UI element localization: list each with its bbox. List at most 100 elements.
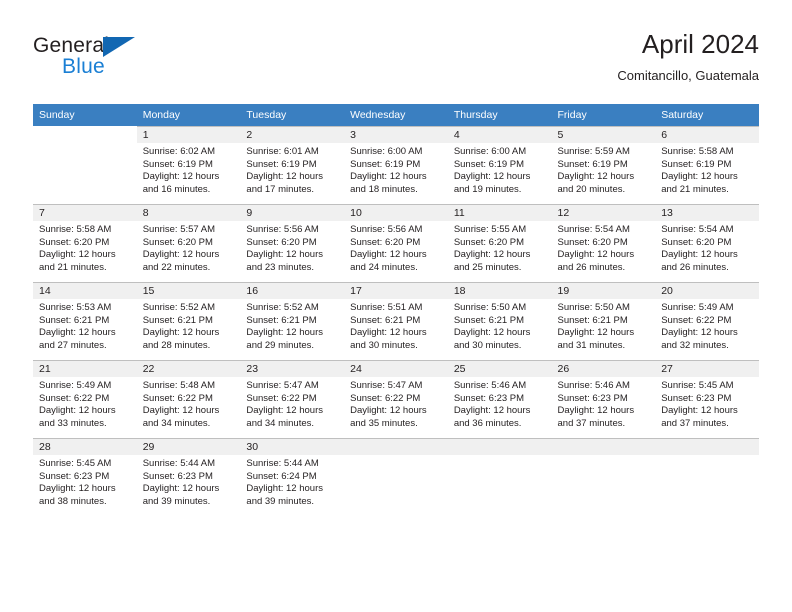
day-details: Sunrise: 5:59 AM Sunset: 6:19 PM Daylight:… (552, 143, 656, 196)
sunrise-text: Sunrise: 5:51 AM (350, 302, 423, 313)
sunrise-text: Sunrise: 5:44 AM (246, 458, 319, 469)
calendar-day-cell[interactable]: 16 Sunrise: 5:52 AM Sunset: 6:21 PM Dayligh… (240, 282, 345, 360)
sunset-text: Sunset: 6:19 PM (453, 158, 525, 170)
sunrise-text: Sunrise: 5:50 AM (557, 302, 630, 313)
calendar-cell-empty (447, 438, 552, 516)
cell-inner: 24 Sunrise: 5:47 AM Sunset: 6:22 PM Dayligh… (344, 360, 448, 438)
day-details: Sunrise: 5:54 AM Sunset: 6:20 PM Daylight:… (655, 221, 759, 274)
calendar-day-cell[interactable]: 30 Sunrise: 5:44 AM Sunset: 6:24 PM Dayligh… (240, 438, 345, 516)
calendar-day-cell[interactable]: 9 Sunrise: 5:56 AM Sunset: 6:20 PM Daylight… (240, 204, 345, 282)
calendar-day-cell[interactable]: 23 Sunrise: 5:47 AM Sunset: 6:22 PM Dayligh… (240, 360, 345, 438)
calendar-week-row: 1 Sunrise: 6:02 AM Sunset: 6:19 PM Daylight… (33, 126, 759, 204)
sunset-text: Sunset: 6:19 PM (661, 158, 732, 170)
day-number: 18 (447, 282, 552, 299)
day-number: 7 (33, 204, 137, 221)
general-blue-logo[interactable]: General Blue (33, 34, 213, 92)
daylight-text: Daylight: 12 hours and 37 minutes. (557, 405, 635, 429)
cell-inner: 27 Sunrise: 5:45 AM Sunset: 6:23 PM Dayligh… (655, 360, 759, 438)
calendar-cell-empty (344, 438, 448, 516)
day-details: Sunrise: 5:47 AM Sunset: 6:22 PM Daylight:… (344, 377, 448, 430)
day-number (447, 438, 552, 455)
day-number: 22 (136, 360, 241, 377)
cell-inner: 21 Sunrise: 5:49 AM Sunset: 6:22 PM Dayligh… (33, 360, 137, 438)
calendar-day-cell[interactable]: 13 Sunrise: 5:54 AM Sunset: 6:20 PM Dayligh… (655, 204, 759, 282)
sunset-text: Sunset: 6:20 PM (246, 236, 317, 248)
sunset-text: Sunset: 6:24 PM (246, 470, 317, 482)
sunrise-text: Sunrise: 5:53 AM (39, 302, 112, 313)
daylight-text: Daylight: 12 hours and 37 minutes. (661, 405, 738, 429)
day-number: 10 (344, 204, 448, 221)
calendar-day-cell[interactable]: 7 Sunrise: 5:58 AM Sunset: 6:20 PM Daylight… (33, 204, 137, 282)
daylight-text: Daylight: 12 hours and 17 minutes. (246, 171, 323, 195)
calendar-day-cell[interactable]: 6 Sunrise: 5:58 AM Sunset: 6:19 PM Daylight… (655, 126, 759, 204)
cell-inner: 30 Sunrise: 5:44 AM Sunset: 6:24 PM Dayligh… (240, 438, 345, 516)
sunrise-text: Sunrise: 5:59 AM (557, 146, 630, 157)
daylight-text: Daylight: 12 hours and 33 minutes. (39, 405, 116, 429)
day-details: Sunrise: 5:49 AM Sunset: 6:22 PM Daylight:… (655, 299, 759, 352)
calendar-day-cell[interactable]: 24 Sunrise: 5:47 AM Sunset: 6:22 PM Dayligh… (344, 360, 448, 438)
day-number: 17 (344, 282, 448, 299)
day-details: Sunrise: 5:44 AM Sunset: 6:24 PM Daylight:… (240, 455, 344, 508)
cell-inner (551, 438, 656, 516)
calendar-day-cell[interactable]: 14 Sunrise: 5:53 AM Sunset: 6:21 PM Dayligh… (33, 282, 137, 360)
calendar-day-cell[interactable]: 20 Sunrise: 5:49 AM Sunset: 6:22 PM Dayligh… (655, 282, 759, 360)
calendar-day-cell[interactable]: 10 Sunrise: 5:56 AM Sunset: 6:20 PM Dayligh… (344, 204, 448, 282)
cell-inner: 10 Sunrise: 5:56 AM Sunset: 6:20 PM Dayligh… (344, 204, 448, 282)
cell-inner (344, 438, 448, 516)
sunset-text: Sunset: 6:22 PM (661, 314, 732, 326)
calendar-day-cell[interactable]: 1 Sunrise: 6:02 AM Sunset: 6:19 PM Daylight… (136, 126, 241, 204)
calendar-day-cell[interactable]: 12 Sunrise: 5:54 AM Sunset: 6:20 PM Dayligh… (551, 204, 656, 282)
calendar-day-cell[interactable]: 26 Sunrise: 5:46 AM Sunset: 6:23 PM Dayligh… (551, 360, 656, 438)
sunrise-text: Sunrise: 5:58 AM (661, 146, 734, 157)
cell-inner: 19 Sunrise: 5:50 AM Sunset: 6:21 PM Dayligh… (551, 282, 656, 360)
calendar-day-cell[interactable]: 5 Sunrise: 5:59 AM Sunset: 6:19 PM Daylight… (551, 126, 656, 204)
day-number: 3 (344, 126, 448, 143)
calendar-day-cell[interactable]: 29 Sunrise: 5:44 AM Sunset: 6:23 PM Dayligh… (136, 438, 241, 516)
sunset-text: Sunset: 6:20 PM (142, 236, 213, 248)
day-details: Sunrise: 6:00 AM Sunset: 6:19 PM Daylight:… (448, 143, 552, 196)
cell-inner: 25 Sunrise: 5:46 AM Sunset: 6:23 PM Dayligh… (447, 360, 552, 438)
daylight-text: Daylight: 12 hours and 34 minutes. (142, 405, 220, 429)
sunrise-text: Sunrise: 5:47 AM (350, 380, 423, 391)
daylight-text: Daylight: 12 hours and 25 minutes. (453, 249, 531, 273)
sunrise-text: Sunrise: 6:00 AM (453, 146, 527, 157)
day-details: Sunrise: 5:58 AM Sunset: 6:19 PM Daylight:… (655, 143, 759, 196)
calendar-day-cell[interactable]: 21 Sunrise: 5:49 AM Sunset: 6:22 PM Dayligh… (33, 360, 137, 438)
sunrise-text: Sunrise: 6:02 AM (142, 146, 216, 157)
calendar-day-cell[interactable]: 11 Sunrise: 5:55 AM Sunset: 6:20 PM Dayligh… (447, 204, 552, 282)
daylight-text: Daylight: 12 hours and 39 minutes. (246, 483, 323, 507)
daylight-text: Daylight: 12 hours and 18 minutes. (350, 171, 427, 195)
sunset-text: Sunset: 6:23 PM (453, 392, 525, 404)
day-number: 15 (136, 282, 241, 299)
calendar-day-cell[interactable]: 17 Sunrise: 5:51 AM Sunset: 6:21 PM Dayligh… (344, 282, 448, 360)
sunrise-text: Sunrise: 5:44 AM (142, 458, 216, 469)
sunset-text: Sunset: 6:21 PM (557, 314, 628, 326)
calendar-day-cell[interactable]: 3 Sunrise: 6:00 AM Sunset: 6:19 PM Daylight… (344, 126, 448, 204)
cell-inner: 6 Sunrise: 5:58 AM Sunset: 6:19 PM Daylight… (655, 126, 759, 204)
day-number: 23 (240, 360, 345, 377)
calendar-day-cell[interactable]: 2 Sunrise: 6:01 AM Sunset: 6:19 PM Daylight… (240, 126, 345, 204)
calendar-day-cell[interactable]: 8 Sunrise: 5:57 AM Sunset: 6:20 PM Daylight… (136, 204, 241, 282)
sunset-text: Sunset: 6:21 PM (39, 314, 110, 326)
weekday-header-row: Sunday Monday Tuesday Wednesday Thursday… (33, 104, 759, 126)
cell-inner: 26 Sunrise: 5:46 AM Sunset: 6:23 PM Dayligh… (551, 360, 656, 438)
day-details: Sunrise: 5:57 AM Sunset: 6:20 PM Daylight:… (137, 221, 241, 274)
calendar-day-cell[interactable]: 4 Sunrise: 6:00 AM Sunset: 6:19 PM Daylight… (447, 126, 552, 204)
day-details: Sunrise: 6:02 AM Sunset: 6:19 PM Daylight:… (137, 143, 241, 196)
sunset-text: Sunset: 6:21 PM (246, 314, 317, 326)
cell-inner: 2 Sunrise: 6:01 AM Sunset: 6:19 PM Daylight… (240, 126, 345, 204)
weekday-header-friday: Friday (551, 104, 656, 126)
title-block: April 2024 Comitancillo, Guatemala (617, 28, 759, 86)
daylight-text: Daylight: 12 hours and 21 minutes. (661, 171, 738, 195)
cell-inner: 14 Sunrise: 5:53 AM Sunset: 6:21 PM Dayligh… (33, 282, 137, 360)
calendar-day-cell[interactable]: 27 Sunrise: 5:45 AM Sunset: 6:23 PM Dayligh… (655, 360, 759, 438)
day-number: 4 (447, 126, 552, 143)
cell-inner: 13 Sunrise: 5:54 AM Sunset: 6:20 PM Dayligh… (655, 204, 759, 282)
calendar-day-cell[interactable]: 25 Sunrise: 5:46 AM Sunset: 6:23 PM Dayligh… (447, 360, 552, 438)
calendar-day-cell[interactable]: 22 Sunrise: 5:48 AM Sunset: 6:22 PM Dayligh… (136, 360, 241, 438)
calendar-day-cell[interactable]: 15 Sunrise: 5:52 AM Sunset: 6:21 PM Dayligh… (136, 282, 241, 360)
calendar-day-cell[interactable]: 19 Sunrise: 5:50 AM Sunset: 6:21 PM Dayligh… (551, 282, 656, 360)
sunrise-text: Sunrise: 5:52 AM (142, 302, 216, 313)
calendar-day-cell[interactable]: 18 Sunrise: 5:50 AM Sunset: 6:21 PM Dayligh… (447, 282, 552, 360)
calendar-day-cell[interactable]: 28 Sunrise: 5:45 AM Sunset: 6:23 PM Dayligh… (33, 438, 137, 516)
